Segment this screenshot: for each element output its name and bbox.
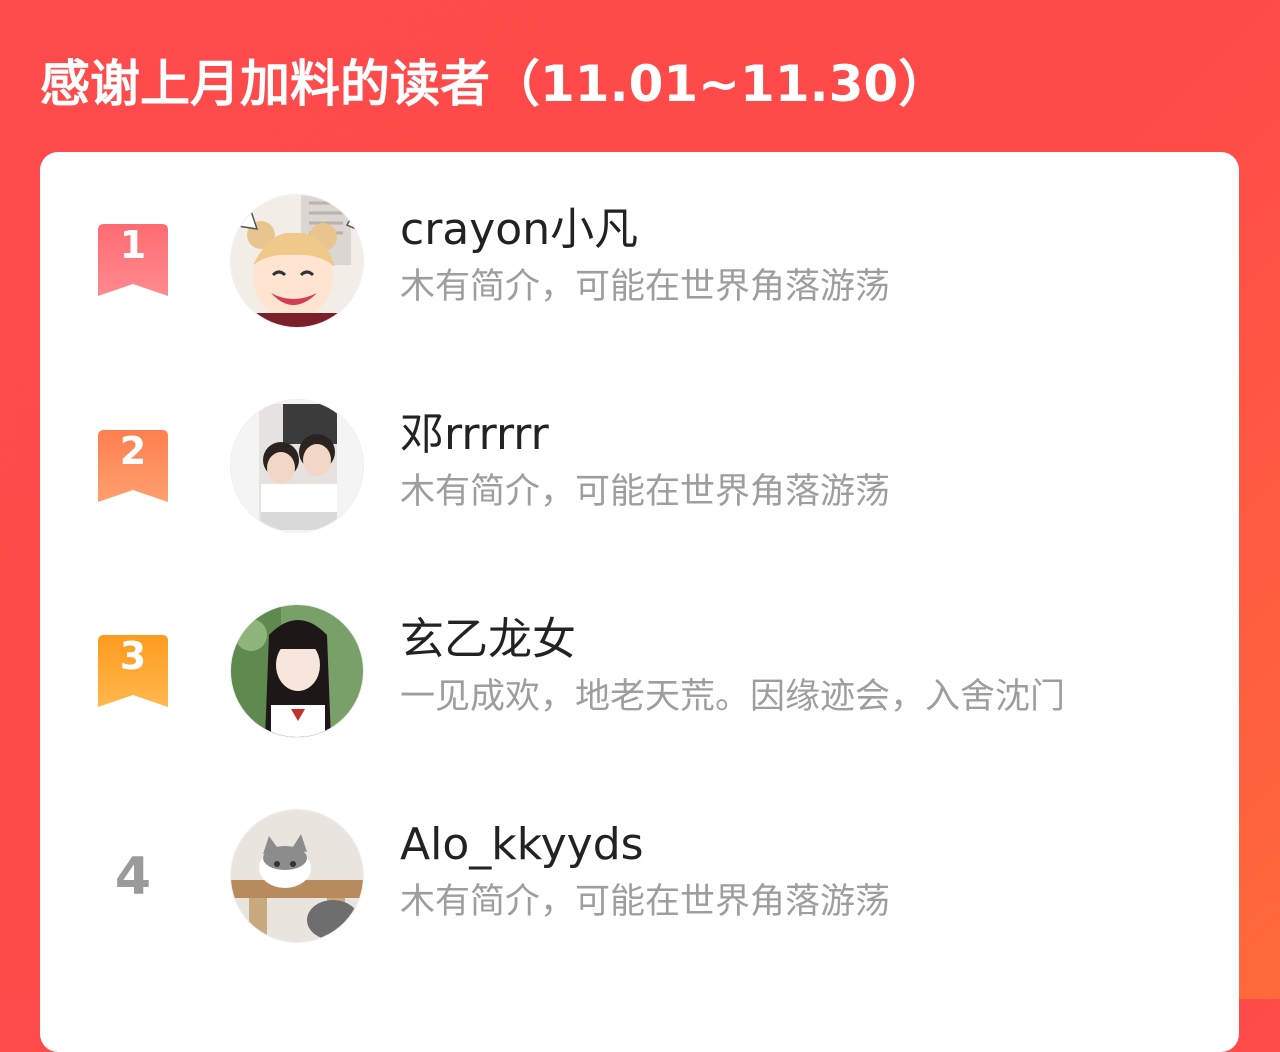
reader-name[interactable]: 邓rrrrrr [400, 405, 549, 465]
reader-bio: 木有简介，可能在世界角落游荡 [400, 882, 891, 922]
page-title: 感谢上月加料的读者（11.01~11.30） [40, 55, 949, 113]
rank-2-ribbon-icon: 2 [98, 430, 168, 502]
reader-avatar[interactable] [230, 194, 364, 328]
rank-number: 4 [114, 847, 152, 907]
reader-avatar[interactable] [230, 809, 364, 943]
reader-name[interactable]: crayon小凡 [400, 200, 638, 260]
reader-list-card: 1 crayon小凡 木有简介，可能在世界角落游荡 2 邓rrrrrr 木有简介… [40, 152, 1239, 1052]
rank-3-ribbon-icon: 3 [98, 635, 168, 707]
reader-bio: 木有简介，可能在世界角落游荡 [400, 472, 891, 512]
reader-row-2[interactable]: 2 邓rrrrrr 木有简介，可能在世界角落游荡 [40, 397, 1239, 537]
rank-number: 1 [119, 223, 147, 267]
reader-row-3[interactable]: 3 玄乙龙女 一见成欢，地老天荒。因缘迹会，入舍沈门 [40, 602, 1239, 742]
reader-name[interactable]: Alo_kkyyds [400, 815, 644, 875]
reader-avatar[interactable] [230, 399, 364, 533]
reader-row-4[interactable]: 4 Alo_kkyyds 木有简介，可能在世界角落游荡 [40, 807, 1239, 947]
rank-number: 2 [119, 429, 147, 473]
reader-bio: 木有简介，可能在世界角落游荡 [400, 267, 891, 307]
reader-name[interactable]: 玄乙龙女 [400, 610, 576, 670]
reader-avatar[interactable] [230, 604, 364, 738]
reader-bio: 一见成欢，地老天荒。因缘迹会，入舍沈门 [400, 677, 1066, 717]
rank-1-ribbon-icon: 1 [98, 224, 168, 296]
rank-number: 3 [119, 634, 147, 678]
reader-row-1[interactable]: 1 crayon小凡 木有简介，可能在世界角落游荡 [40, 192, 1239, 332]
